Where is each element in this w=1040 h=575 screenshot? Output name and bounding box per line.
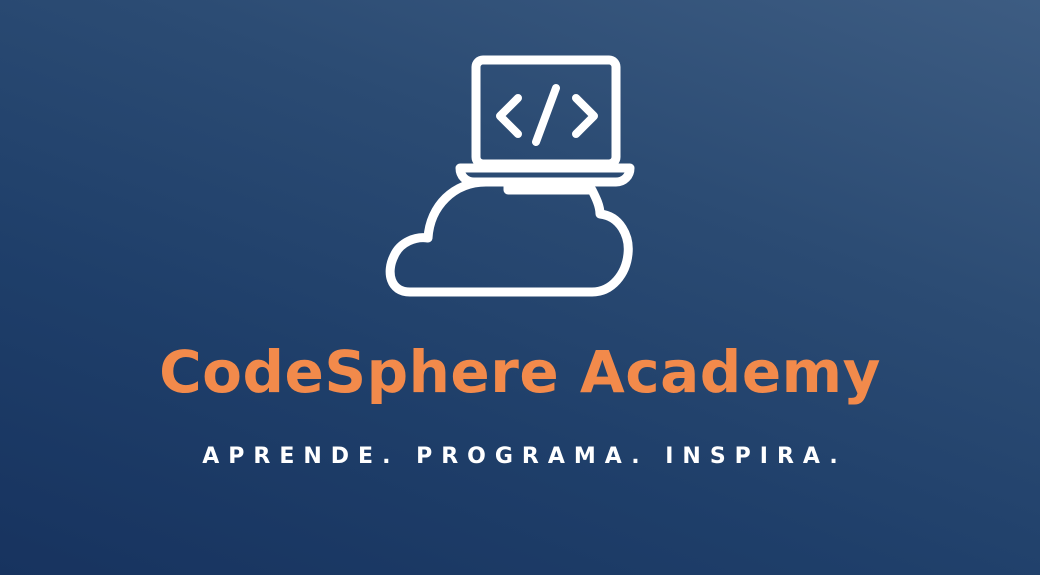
laptop-cloud-code-icon <box>380 50 640 310</box>
page: { "brand": { "name": "CodeSphere Academy… <box>0 0 1040 575</box>
tagline: APRENDE. PROGRAMA. INSPIRA. <box>202 444 847 469</box>
brand-name: CodeSphere Academy <box>159 338 881 406</box>
